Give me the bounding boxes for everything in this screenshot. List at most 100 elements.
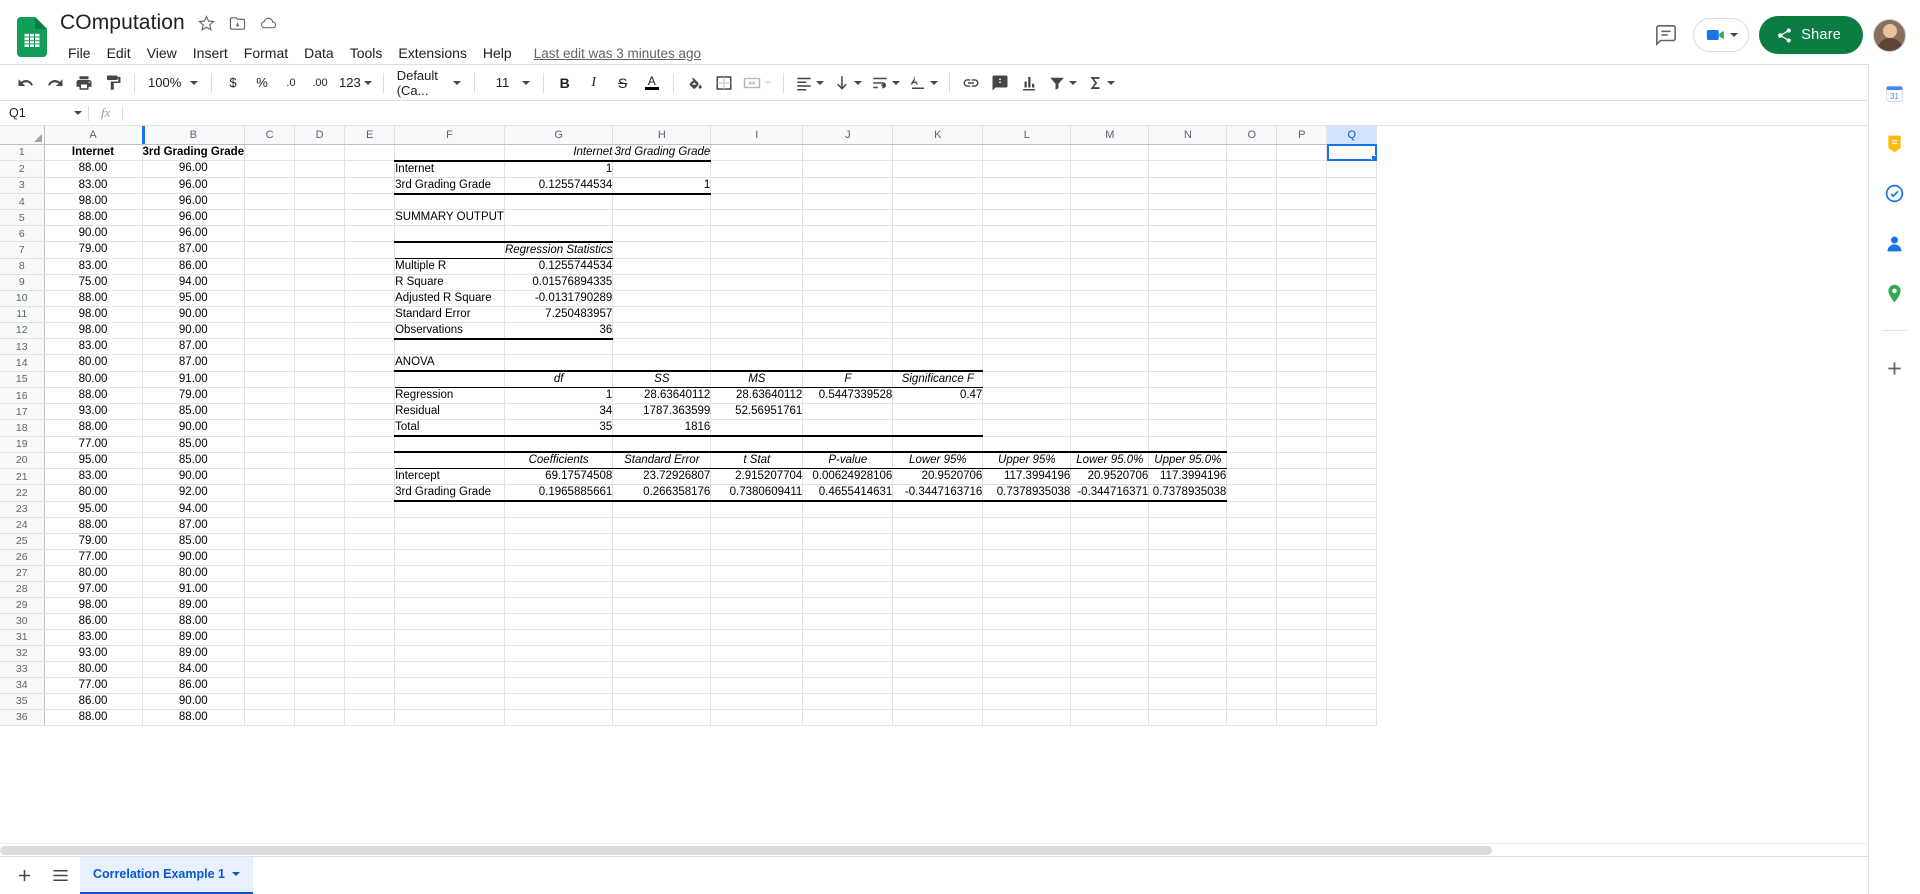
cell-Q6[interactable] — [1326, 225, 1378, 242]
cell-E6[interactable] — [344, 225, 396, 242]
cell-K4[interactable] — [892, 193, 984, 210]
cell-Q15[interactable] — [1326, 371, 1378, 388]
cell-P17[interactable] — [1276, 403, 1328, 420]
cell-H27[interactable] — [612, 565, 712, 582]
more-formats-button[interactable]: 123 — [335, 69, 376, 97]
row-header-2[interactable]: 2 — [0, 160, 45, 178]
cell-D27[interactable] — [294, 565, 346, 582]
maps-icon[interactable] — [1878, 276, 1912, 310]
cell-I18[interactable] — [710, 419, 804, 437]
cell-F25[interactable] — [394, 533, 505, 550]
cell-D19[interactable] — [294, 436, 346, 453]
cell-C9[interactable] — [244, 274, 296, 291]
cell-F30[interactable] — [394, 613, 505, 630]
cell-P1[interactable] — [1276, 144, 1328, 161]
column-header-a[interactable]: A — [44, 126, 143, 145]
cell-F31[interactable] — [394, 629, 505, 646]
last-edit-status[interactable]: Last edit was 3 minutes ago — [534, 46, 701, 61]
cell-A5[interactable]: 88.00 — [44, 209, 143, 226]
row-header-26[interactable]: 26 — [0, 549, 45, 566]
cell-F20[interactable] — [394, 451, 505, 469]
text-rotation-icon[interactable] — [905, 69, 942, 97]
cell-G36[interactable] — [504, 709, 614, 726]
cell-E8[interactable] — [344, 258, 396, 275]
cell-N36[interactable] — [1148, 709, 1228, 726]
cell-Q2[interactable] — [1326, 160, 1378, 178]
redo-icon[interactable] — [41, 69, 69, 97]
horizontal-align-icon[interactable] — [791, 69, 828, 97]
cell-L2[interactable] — [982, 160, 1072, 178]
cell-D17[interactable] — [294, 403, 346, 420]
cell-L4[interactable] — [982, 193, 1072, 210]
cell-E32[interactable] — [344, 645, 396, 662]
cell-G9[interactable]: 0.01576894335 — [504, 274, 614, 291]
select-all-corner[interactable] — [0, 126, 45, 145]
cell-G14[interactable] — [504, 354, 614, 372]
cell-N17[interactable] — [1148, 403, 1228, 420]
column-header-i[interactable]: I — [710, 126, 804, 145]
cell-D2[interactable] — [294, 160, 346, 178]
cell-K20[interactable]: Lower 95% — [892, 451, 984, 469]
column-header-b[interactable]: B — [142, 126, 246, 145]
cell-O10[interactable] — [1226, 290, 1278, 307]
cell-G30[interactable] — [504, 613, 614, 630]
cell-N18[interactable] — [1148, 419, 1228, 437]
bold-button[interactable]: B — [551, 69, 579, 97]
menu-view[interactable]: View — [139, 41, 185, 65]
cell-J14[interactable] — [802, 354, 894, 372]
cell-M15[interactable] — [1070, 371, 1150, 388]
cell-Q33[interactable] — [1326, 661, 1378, 678]
row-header-28[interactable]: 28 — [0, 581, 45, 598]
cell-D15[interactable] — [294, 371, 346, 388]
cell-L25[interactable] — [982, 533, 1072, 550]
cell-Q17[interactable] — [1326, 403, 1378, 420]
cell-B33[interactable]: 84.00 — [142, 661, 246, 678]
cell-E26[interactable] — [344, 549, 396, 566]
cell-H10[interactable] — [612, 290, 712, 307]
cell-P8[interactable] — [1276, 258, 1328, 275]
cell-L30[interactable] — [982, 613, 1072, 630]
row-header-3[interactable]: 3 — [0, 177, 45, 194]
cell-P12[interactable] — [1276, 322, 1328, 339]
cell-N4[interactable] — [1148, 193, 1228, 210]
cell-H30[interactable] — [612, 613, 712, 630]
cell-J23[interactable] — [802, 501, 894, 518]
cell-P18[interactable] — [1276, 419, 1328, 437]
cell-C13[interactable] — [244, 338, 296, 355]
cell-E13[interactable] — [344, 338, 396, 355]
cell-I33[interactable] — [710, 661, 804, 678]
cell-C36[interactable] — [244, 709, 296, 726]
cell-P9[interactable] — [1276, 274, 1328, 291]
cell-D6[interactable] — [294, 225, 346, 242]
cell-J20[interactable]: P-value — [802, 451, 894, 469]
cell-L36[interactable] — [982, 709, 1072, 726]
row-header-1[interactable]: 1 — [0, 144, 45, 161]
cell-C10[interactable] — [244, 290, 296, 307]
avatar[interactable] — [1873, 18, 1906, 52]
cell-D4[interactable] — [294, 193, 346, 210]
cell-M1[interactable] — [1070, 144, 1150, 161]
cell-Q25[interactable] — [1326, 533, 1378, 550]
menu-extensions[interactable]: Extensions — [390, 41, 474, 65]
cell-E33[interactable] — [344, 661, 396, 678]
cell-N1[interactable] — [1148, 144, 1228, 161]
cell-F3[interactable]: 3rd Grading Grade — [394, 177, 505, 195]
cell-P10[interactable] — [1276, 290, 1328, 307]
row-header-30[interactable]: 30 — [0, 613, 45, 630]
cell-L14[interactable] — [982, 354, 1072, 372]
cell-P20[interactable] — [1276, 452, 1328, 469]
cell-D24[interactable] — [294, 517, 346, 534]
formula-input[interactable] — [123, 101, 1920, 125]
cell-G24[interactable] — [504, 517, 614, 534]
cell-G7[interactable]: Regression Statistics — [504, 240, 614, 259]
cell-H14[interactable] — [612, 354, 712, 372]
cell-J31[interactable] — [802, 629, 894, 646]
cell-Q22[interactable] — [1326, 484, 1378, 502]
cell-O21[interactable] — [1226, 468, 1278, 485]
cell-N22[interactable]: 0.7378935038 — [1148, 484, 1228, 502]
cell-C18[interactable] — [244, 419, 296, 437]
cell-K21[interactable]: 20.9520706 — [892, 468, 984, 485]
column-header-c[interactable]: C — [244, 126, 296, 145]
row-header-18[interactable]: 18 — [0, 419, 45, 437]
cell-J27[interactable] — [802, 565, 894, 582]
